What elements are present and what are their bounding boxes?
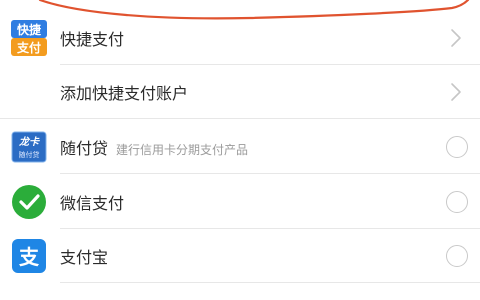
payment-method-list: 快捷 支付 快捷支付 添加快捷支付账户 龙卡 随付贷 随付贷建行信用卡分期支付 (0, 0, 480, 300)
divider (60, 282, 480, 283)
row-kuaijie-pay[interactable]: 快捷 支付 快捷支付 (0, 11, 480, 65)
divider (60, 173, 480, 174)
alipay-icon-text: 支 (19, 245, 40, 269)
alipay-icon: 支 (10, 237, 48, 275)
wechat-pay-icon (10, 183, 48, 221)
kuaijie-icon-text-bottom: 支付 (16, 40, 41, 55)
longka-icon-text-bottom: 随付贷 (19, 150, 40, 159)
chevron-right-icon (451, 83, 461, 101)
select-radio[interactable] (446, 191, 468, 213)
longka-card-icon: 龙卡 随付贷 (10, 128, 48, 166)
select-radio[interactable] (446, 136, 468, 158)
row-wechat-pay[interactable]: 微信支付 (0, 175, 480, 229)
row-add-kuaijie-account[interactable]: 添加快捷支付账户 (0, 65, 480, 119)
row-label: 添加快捷支付账户 (60, 84, 189, 103)
row-label: 支付宝 (60, 248, 109, 267)
chevron-right-icon (451, 29, 461, 47)
select-radio[interactable] (446, 245, 468, 267)
row-label: 微信支付 (60, 194, 125, 213)
divider (0, 118, 480, 119)
row-alipay[interactable]: 支 支付宝 (0, 229, 480, 283)
row-sublabel: 建行信用卡分期支付产品 (116, 143, 249, 157)
row-label: 随付贷 (60, 139, 109, 158)
row-label-group: 随付贷 建行信用卡分期支付产品 (60, 135, 248, 159)
row-label: 快捷支付 (60, 30, 125, 49)
row-suifudai[interactable]: 龙卡 随付贷 随付贷 建行信用卡分期支付产品 (0, 120, 480, 174)
longka-icon-text-top: 龙卡 (18, 136, 40, 148)
kuaijie-icon-text-top: 快捷 (17, 22, 42, 37)
kuaijie-pay-icon: 快捷 支付 (10, 19, 48, 57)
